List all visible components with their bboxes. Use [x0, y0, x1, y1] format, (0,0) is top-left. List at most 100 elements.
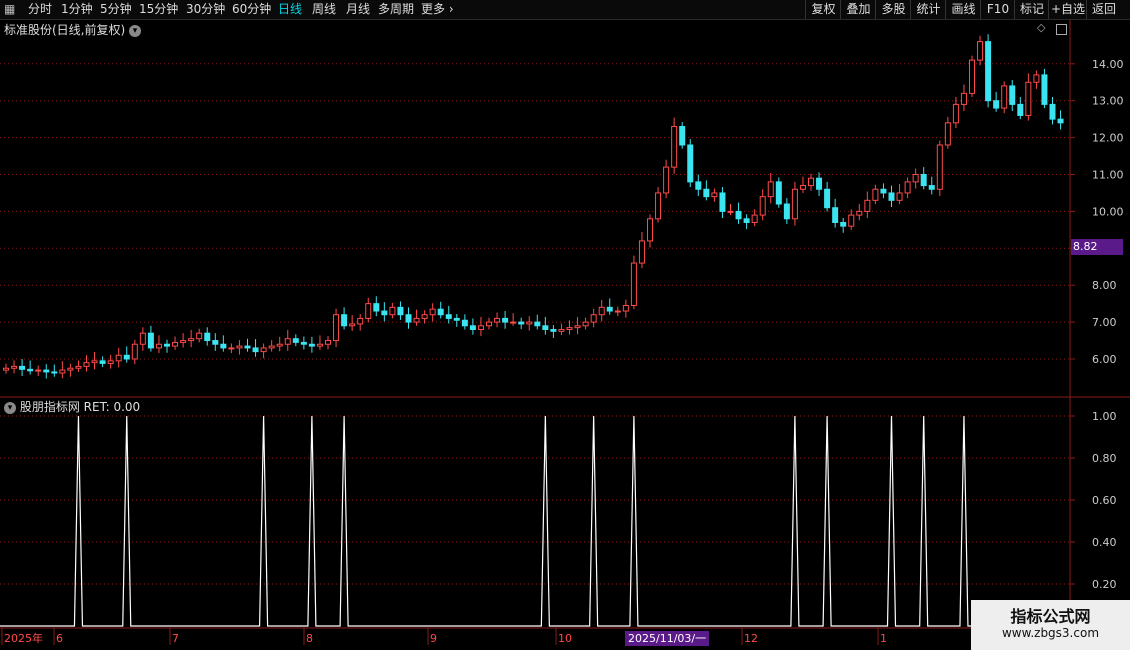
candle-body [461, 319, 468, 327]
toolbar-action-6[interactable]: 标记 [1014, 0, 1049, 19]
candle-body [727, 210, 734, 213]
time-label: 7 [172, 632, 179, 645]
chevron-down-icon[interactable]: ▾ [4, 401, 16, 414]
candle-body [75, 365, 82, 369]
candle-body [236, 345, 243, 349]
candle-body [421, 314, 428, 319]
price-tick-label: 12.00 [1092, 132, 1124, 145]
candle-body [993, 100, 1000, 109]
period-tab-9[interactable]: 多周期 [378, 1, 414, 18]
candle-body [856, 210, 863, 216]
candle-body [1009, 85, 1016, 105]
candle-body [920, 174, 927, 187]
price-tick-label: 14.00 [1092, 58, 1124, 71]
indicator-axis: 1.00 0.80 0.60 0.40 0.20 [1070, 410, 1117, 591]
toolbar-action-1[interactable]: 叠加 [840, 0, 876, 19]
candle-body [703, 188, 710, 198]
time-label: 6 [56, 632, 63, 645]
price-tick-label: 10.00 [1092, 205, 1124, 218]
candle-body [687, 144, 694, 183]
toolbar-action-5[interactable]: F10 [980, 0, 1015, 19]
chevron-down-icon[interactable]: ▾ [129, 24, 142, 37]
toolbar-action-7[interactable]: +自选 [1048, 0, 1087, 19]
indicator-tick-label: 0.80 [1092, 452, 1117, 465]
candle-body [333, 314, 340, 342]
candle-body [872, 188, 879, 201]
candle-body [27, 368, 34, 372]
candle-body [638, 240, 645, 264]
period-tab-10[interactable]: 更多 › [421, 1, 454, 18]
candle-body [502, 317, 509, 323]
indicator-tick-label: 1.00 [1092, 410, 1117, 423]
candle-body [719, 192, 726, 212]
candle-body [647, 218, 653, 242]
candle-body [711, 192, 718, 198]
price-tick-label: 11.00 [1092, 169, 1124, 182]
candle-body [695, 181, 702, 190]
candle-body [123, 354, 130, 360]
period-tab-4[interactable]: 30分钟 [186, 1, 225, 18]
time-label: 2025年 [4, 631, 43, 645]
candle-body [526, 321, 533, 325]
period-tab-7[interactable]: 周线 [312, 1, 336, 18]
period-tab-0[interactable]: 分时 [28, 1, 52, 18]
grid-layer [0, 20, 1130, 629]
chart-canvas[interactable]: 14.0013.0012.0011.0010.009.008.007.006.0… [0, 0, 1130, 650]
candle-body [244, 345, 251, 349]
indicator-tick-label: 0.20 [1092, 578, 1117, 591]
time-label: 8 [306, 632, 313, 645]
candle-body [630, 262, 637, 306]
candle-body [131, 343, 138, 360]
time-label: 10 [558, 632, 572, 645]
panel-toggle-icon[interactable] [1056, 24, 1067, 35]
chart-title: 标准股份(日线,前复权) ▾ [4, 21, 142, 38]
candle-body [832, 207, 839, 223]
candle-body [824, 188, 831, 209]
candle-body [445, 314, 452, 319]
period-tab-2[interactable]: 5分钟 [100, 1, 132, 18]
candle-body [614, 310, 621, 313]
candle-body [888, 192, 895, 201]
indicator-tick-label: 0.40 [1092, 536, 1117, 549]
toolbar-action-0[interactable]: 复权 [805, 0, 841, 19]
candle-body [300, 341, 307, 345]
toolbar-action-3[interactable]: 统计 [910, 0, 946, 19]
candle-body [325, 340, 331, 345]
candle-body [268, 345, 275, 349]
candle-body [252, 347, 259, 353]
candle-body [292, 338, 299, 343]
candle-body [349, 323, 356, 327]
candle-body [960, 92, 967, 105]
candle-body [985, 41, 992, 102]
candle-body [67, 367, 74, 371]
candle-body [35, 369, 42, 372]
candle-body [944, 122, 951, 146]
toolbar-action-2[interactable]: 多股 [875, 0, 911, 19]
candle-body [542, 325, 549, 330]
candle-body [510, 321, 517, 324]
candle-body [188, 338, 195, 342]
candle-body [19, 365, 26, 370]
toolbar-action-4[interactable]: 画线 [945, 0, 981, 19]
candle-body [397, 306, 404, 316]
candle-body [212, 340, 219, 345]
period-tab-5[interactable]: 60分钟 [232, 1, 271, 18]
watermark-title: 指标公式网 [1010, 607, 1091, 626]
grid-menu-icon[interactable]: ▦ [4, 1, 15, 18]
period-tab-6[interactable]: 日线 [278, 1, 302, 18]
candle-body [3, 367, 9, 371]
diamond-icon[interactable]: ◇ [1037, 21, 1045, 34]
candle-body [91, 360, 98, 364]
toolbar-action-8[interactable]: 返回 [1086, 0, 1121, 19]
candle-body [566, 327, 573, 330]
period-tab-3[interactable]: 15分钟 [139, 1, 178, 18]
period-tab-8[interactable]: 月线 [346, 1, 370, 18]
candle-body [115, 354, 122, 362]
time-axis: 2025年 6 7 8 9 10 12 1 [1, 628, 887, 645]
candle-body [308, 343, 315, 347]
candle-body [816, 177, 823, 190]
chart-title-text: 标准股份(日线,前复权) [4, 23, 126, 37]
period-tab-1[interactable]: 1分钟 [61, 1, 93, 18]
candle-body [1049, 103, 1056, 120]
candle-body [429, 308, 436, 316]
